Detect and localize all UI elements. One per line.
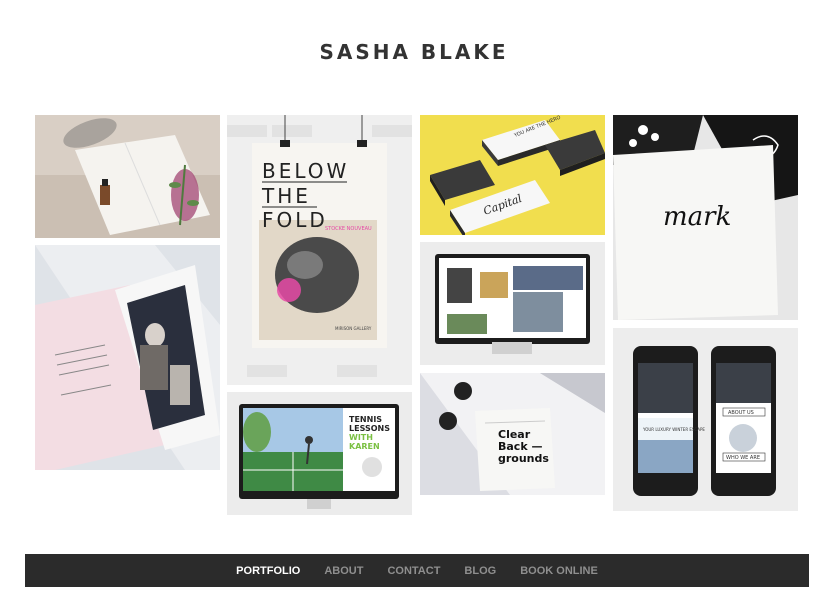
tennis-accent2: KAREN	[349, 442, 380, 451]
tennis-accent1: WITH	[349, 433, 373, 442]
poster-line1: BELOW	[262, 159, 349, 183]
signature-text: mark	[663, 202, 731, 232]
tennis-title2: LESSONS	[349, 424, 390, 433]
gallery-item-mobile-phones[interactable]: YOUR LUXURY WINTER ESCAPE ABOUT US WHO W…	[613, 328, 798, 511]
gallery-item-signature-branding[interactable]: mark	[613, 115, 798, 320]
mobile-phones-image: YOUR LUXURY WINTER ESCAPE ABOUT US WHO W…	[613, 328, 798, 511]
business-cards-image: YOU ARE THE HERO Capital	[420, 115, 605, 235]
phone-who: WHO WE ARE	[726, 455, 760, 461]
nav-item-book-online[interactable]: BOOK ONLINE	[520, 565, 598, 577]
cd-line3: grounds	[498, 452, 549, 465]
main-navigation: PORTFOLIO ABOUT CONTACT BLOG BOOK ONLINE	[25, 554, 809, 587]
tennis-title1: TENNIS	[349, 415, 382, 424]
poster-line3: FOLD	[262, 208, 328, 232]
gallery-item-business-cards[interactable]: YOU ARE THE HERO Capital	[420, 115, 605, 235]
poster-image: BELOW THE FOLD STOCKE NOUVEAU MIRISON GA…	[227, 115, 412, 385]
poster-line2: THE	[261, 184, 311, 208]
poster-subtitle: STOCKE NOUVEAU	[325, 226, 372, 232]
nav-item-blog[interactable]: BLOG	[464, 565, 496, 577]
photo-book-image	[35, 245, 220, 470]
gallery-item-beauty-book[interactable]	[35, 115, 220, 238]
cd-case-image: Clear Back — grounds	[420, 373, 605, 495]
tennis-monitor-image: TENNIS LESSONS WITH KAREN	[227, 392, 412, 515]
gallery-item-below-the-fold-poster[interactable]: BELOW THE FOLD STOCKE NOUVEAU MIRISON GA…	[227, 115, 412, 385]
signature-branding-image: mark	[613, 115, 798, 320]
beauty-book-image	[35, 115, 220, 238]
website-monitor-image	[420, 242, 605, 365]
nav-item-about[interactable]: ABOUT	[324, 565, 363, 577]
gallery-item-website-monitor[interactable]	[420, 242, 605, 365]
nav-item-portfolio[interactable]: PORTFOLIO	[236, 565, 300, 577]
site-title[interactable]: SASHA BLAKE	[0, 40, 828, 64]
gallery-item-cd-case[interactable]: Clear Back — grounds	[420, 373, 605, 495]
phone-banner: YOUR LUXURY WINTER ESCAPE	[642, 427, 705, 432]
nav-item-contact[interactable]: CONTACT	[387, 565, 440, 577]
phone-about: ABOUT US	[728, 410, 754, 416]
poster-gallery-name: MIRISON GALLERY	[335, 326, 372, 331]
gallery-item-photo-book[interactable]	[35, 245, 220, 470]
gallery-item-tennis-website[interactable]: TENNIS LESSONS WITH KAREN	[227, 392, 412, 515]
